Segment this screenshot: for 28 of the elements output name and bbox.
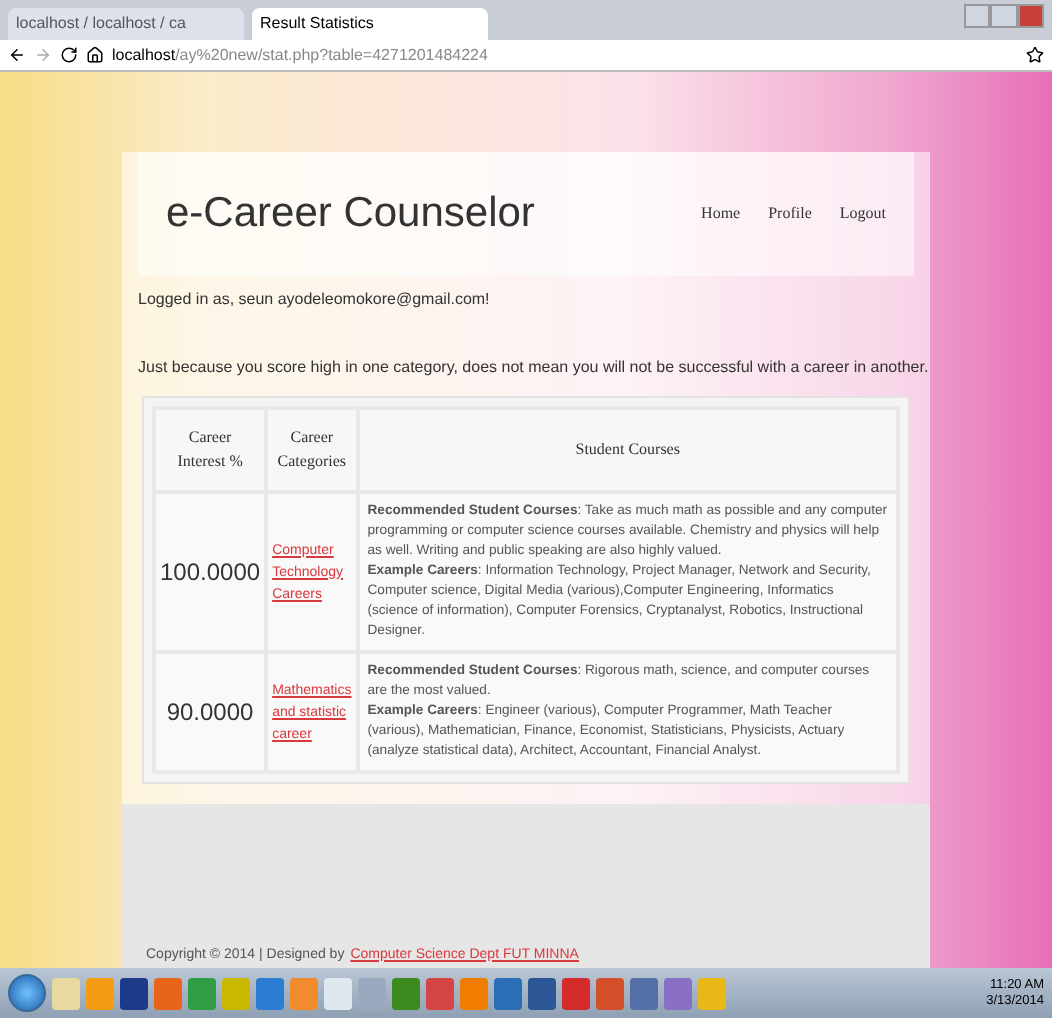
column-header: Career Interest % — [154, 408, 267, 492]
site-title: e-Career Counselor — [166, 188, 535, 241]
start-orb-icon[interactable] — [8, 974, 46, 1012]
taskbar-app-icon[interactable] — [494, 977, 522, 1009]
browser-tab[interactable]: Result Statistics — [252, 8, 488, 40]
home-icon[interactable] — [86, 46, 104, 64]
taskbar-app-icon[interactable] — [528, 977, 556, 1009]
nav-link[interactable]: Home — [701, 202, 741, 226]
table-cell: 100.0000 — [154, 492, 267, 652]
window-controls-drawing[interactable] — [964, 4, 1044, 28]
column-header: Career Categories — [266, 408, 358, 492]
taskbar-app-icon[interactable] — [392, 977, 420, 1009]
star-icon[interactable] — [1026, 46, 1044, 64]
taskbar-app-icon[interactable] — [630, 977, 658, 1009]
nav-link[interactable]: Logout — [839, 202, 886, 226]
taskbar-app-icon[interactable] — [562, 977, 590, 1009]
nav-link[interactable]: Profile — [768, 202, 812, 226]
forward-arrow-icon[interactable] — [34, 46, 52, 64]
taskbar-app-icon[interactable] — [426, 977, 454, 1009]
table-cell: 90.0000 — [154, 652, 267, 772]
notice-text: Just because you score high in one category, does not mean you will not be successful with a career in another. — [136, 356, 930, 380]
url-field[interactable]: localhost/ay%20new/stat.php?table=4271201484224 — [112, 43, 1018, 67]
taskbar-app-icon[interactable] — [120, 977, 148, 1009]
browser-tab[interactable]: localhost / localhost / ca — [8, 8, 244, 40]
back-arrow-icon[interactable] — [8, 46, 26, 64]
reload-icon[interactable] — [60, 46, 78, 64]
column-header: Student Courses — [357, 408, 898, 492]
login-status: Logged in as, seun ayodeleomokore@gmail.com! — [136, 288, 492, 312]
